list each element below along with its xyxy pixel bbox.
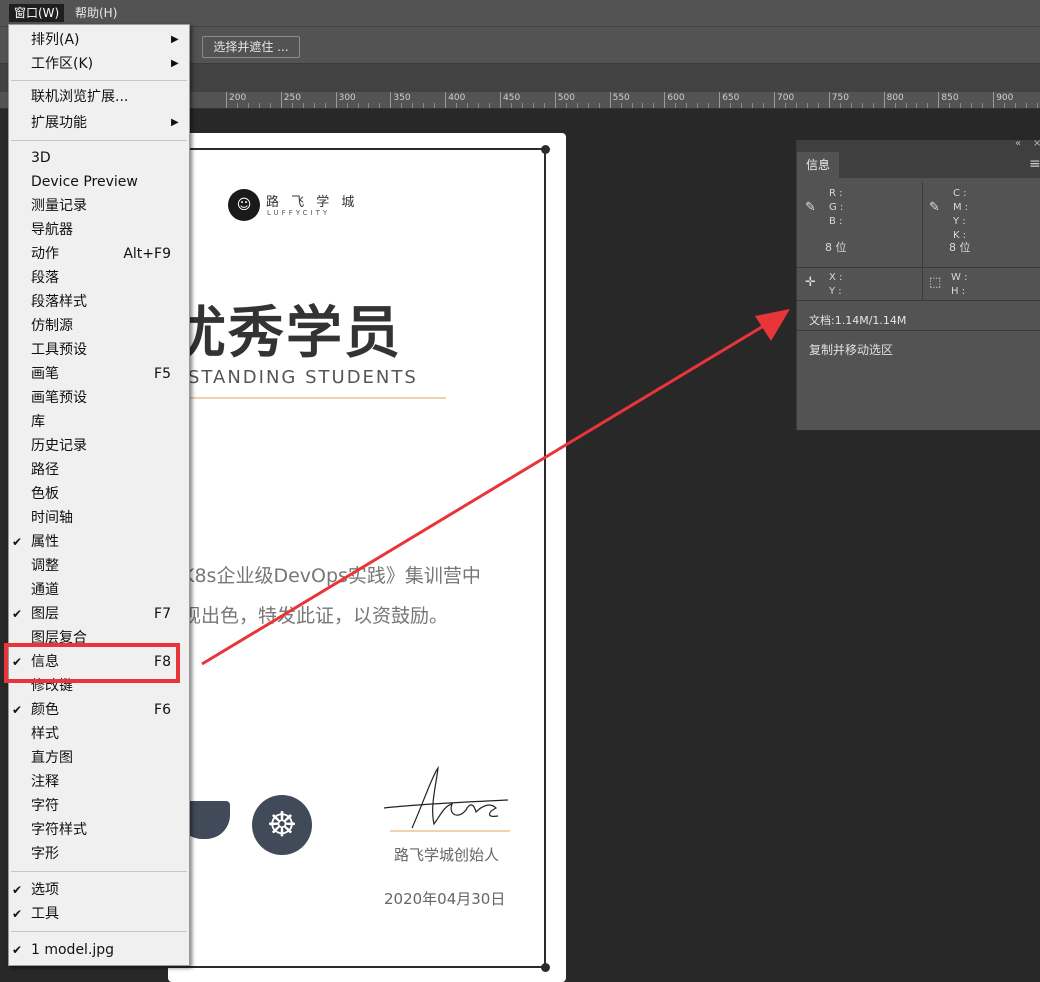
annotation-arrow <box>201 309 790 666</box>
